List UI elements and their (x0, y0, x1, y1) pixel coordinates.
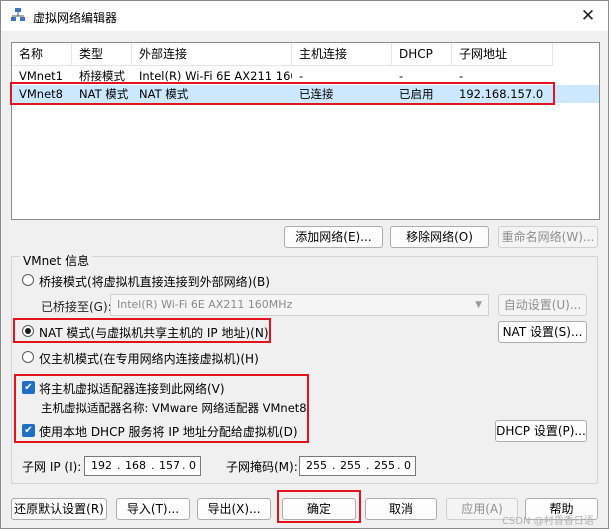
bridge-mode-label[interactable]: 桥接模式(将虚拟机直接连接到外部网络)(B) (39, 273, 270, 290)
subnet-mask-octet-1: 255 (306, 459, 327, 472)
connect-adapter-label[interactable]: 将主机虚拟适配器连接到此网络(V) (39, 380, 225, 397)
ip-dot: . (332, 459, 336, 472)
dhcp-settings-button[interactable]: DHCP 设置(P)... (495, 420, 587, 442)
vmnet-info-label: VMnet 信息 (20, 252, 93, 269)
export-button[interactable]: 导出(X)... (197, 498, 271, 520)
column-header-host[interactable]: 主机连接 (292, 43, 392, 65)
network-app-icon (11, 8, 25, 21)
cell-host: - (299, 69, 304, 83)
ip-dot: . (366, 459, 370, 472)
subnet-ip-octet-4: 0 (189, 459, 196, 472)
cell-subnet: - (459, 69, 464, 83)
nat-mode-radio[interactable] (22, 325, 34, 337)
column-header-external[interactable]: 外部连接 (132, 43, 292, 65)
list-header: 名称 类型 外部连接 主机连接 DHCP 子网地址 (12, 43, 553, 66)
table-row-selected[interactable]: VMnet8 NAT 模式 NAT 模式 已连接 已启用 192.168.157… (12, 85, 599, 103)
ip-dot: . (117, 459, 121, 472)
subnet-ip-octet-1: 192 (91, 459, 112, 472)
column-header-type[interactable]: 类型 (72, 43, 132, 65)
cell-subnet: 192.168.157.0 (459, 87, 544, 101)
nat-mode-label[interactable]: NAT 模式(与虚拟机共享主机的 IP 地址)(N) (39, 324, 269, 341)
cell-dhcp: - (399, 69, 404, 83)
cancel-button[interactable]: 取消 (365, 498, 437, 520)
adapter-name-text: 主机虚拟适配器名称: VMware 网络适配器 VMnet8 (41, 401, 307, 415)
cell-type: 桥接模式 (79, 69, 125, 83)
auto-settings-button[interactable]: 自动设置(U)... (498, 294, 587, 316)
cell-name: VMnet8 (19, 87, 63, 101)
ip-dot: . (397, 459, 401, 472)
chevron-down-icon: ▼ (475, 300, 482, 310)
cell-external: Intel(R) Wi-Fi 6E AX211 160... (139, 69, 292, 83)
cell-name: VMnet1 (19, 69, 63, 83)
network-list[interactable]: 名称 类型 外部连接 主机连接 DHCP 子网地址 VMnet1 桥接模式 In… (11, 42, 600, 220)
vmnet-info-group (11, 256, 598, 484)
window-title: 虚拟网络编辑器 (33, 11, 118, 25)
column-header-dhcp[interactable]: DHCP (392, 43, 452, 65)
restore-defaults-button[interactable]: 还原默认设置(R) (11, 498, 107, 520)
nat-settings-button[interactable]: NAT 设置(S)... (498, 321, 587, 343)
subnet-ip-octet-2: 168 (125, 459, 146, 472)
subnet-mask-input[interactable]: 255 . 255 . 255 . 0 (299, 456, 416, 476)
subnet-ip-octet-3: 157 (159, 459, 180, 472)
host-only-radio[interactable] (22, 351, 34, 363)
close-icon[interactable]: ✕ (568, 1, 608, 31)
cell-external: NAT 模式 (139, 87, 189, 101)
table-row[interactable]: VMnet1 桥接模式 Intel(R) Wi-Fi 6E AX211 160.… (12, 67, 599, 85)
subnet-mask-label: 子网掩码(M): (226, 460, 298, 474)
column-header-subnet[interactable]: 子网地址 (452, 43, 553, 65)
title-bar: 虚拟网络编辑器 ✕ (1, 1, 608, 31)
use-dhcp-checkbox[interactable]: ✔ (22, 424, 35, 437)
subnet-mask-octet-4: 0 (404, 459, 411, 472)
ip-dot: . (182, 459, 186, 472)
cell-dhcp: 已启用 (399, 87, 434, 101)
remove-network-button[interactable]: 移除网络(O) (390, 226, 489, 248)
watermark: CSDN @村昏香日语 (502, 516, 594, 527)
subnet-ip-label: 子网 IP (I): (22, 460, 82, 474)
bridged-to-value: Intel(R) Wi-Fi 6E AX211 160MHz (117, 298, 293, 311)
host-only-label[interactable]: 仅主机模式(在专用网络内连接虚拟机)(H) (39, 350, 259, 367)
cell-host: 已连接 (299, 87, 334, 101)
subnet-mask-octet-2: 255 (340, 459, 361, 472)
subnet-ip-input[interactable]: 192 . 168 . 157 . 0 (84, 456, 201, 476)
bridge-mode-radio[interactable] (22, 274, 34, 286)
subnet-mask-octet-3: 255 (374, 459, 395, 472)
bridged-to-select[interactable]: Intel(R) Wi-Fi 6E AX211 160MHz ▼ (110, 294, 489, 316)
bridged-to-label: 已桥接至(G): (41, 300, 112, 314)
ip-dot: . (151, 459, 155, 472)
use-dhcp-label[interactable]: 使用本地 DHCP 服务将 IP 地址分配给虚拟机(D) (39, 423, 298, 440)
virtual-network-editor-window: 虚拟网络编辑器 ✕ 名称 类型 外部连接 主机连接 DHCP 子网地址 VMne… (0, 0, 609, 529)
add-network-button[interactable]: 添加网络(E)... (284, 226, 383, 248)
column-header-name[interactable]: 名称 (12, 43, 72, 65)
rename-network-button[interactable]: 重命名网络(W)... (498, 226, 598, 248)
cell-type: NAT 模式 (79, 87, 129, 101)
import-button[interactable]: 导入(T)... (116, 498, 190, 520)
connect-adapter-checkbox[interactable]: ✔ (22, 381, 35, 394)
ok-button[interactable]: 确定 (282, 498, 356, 520)
